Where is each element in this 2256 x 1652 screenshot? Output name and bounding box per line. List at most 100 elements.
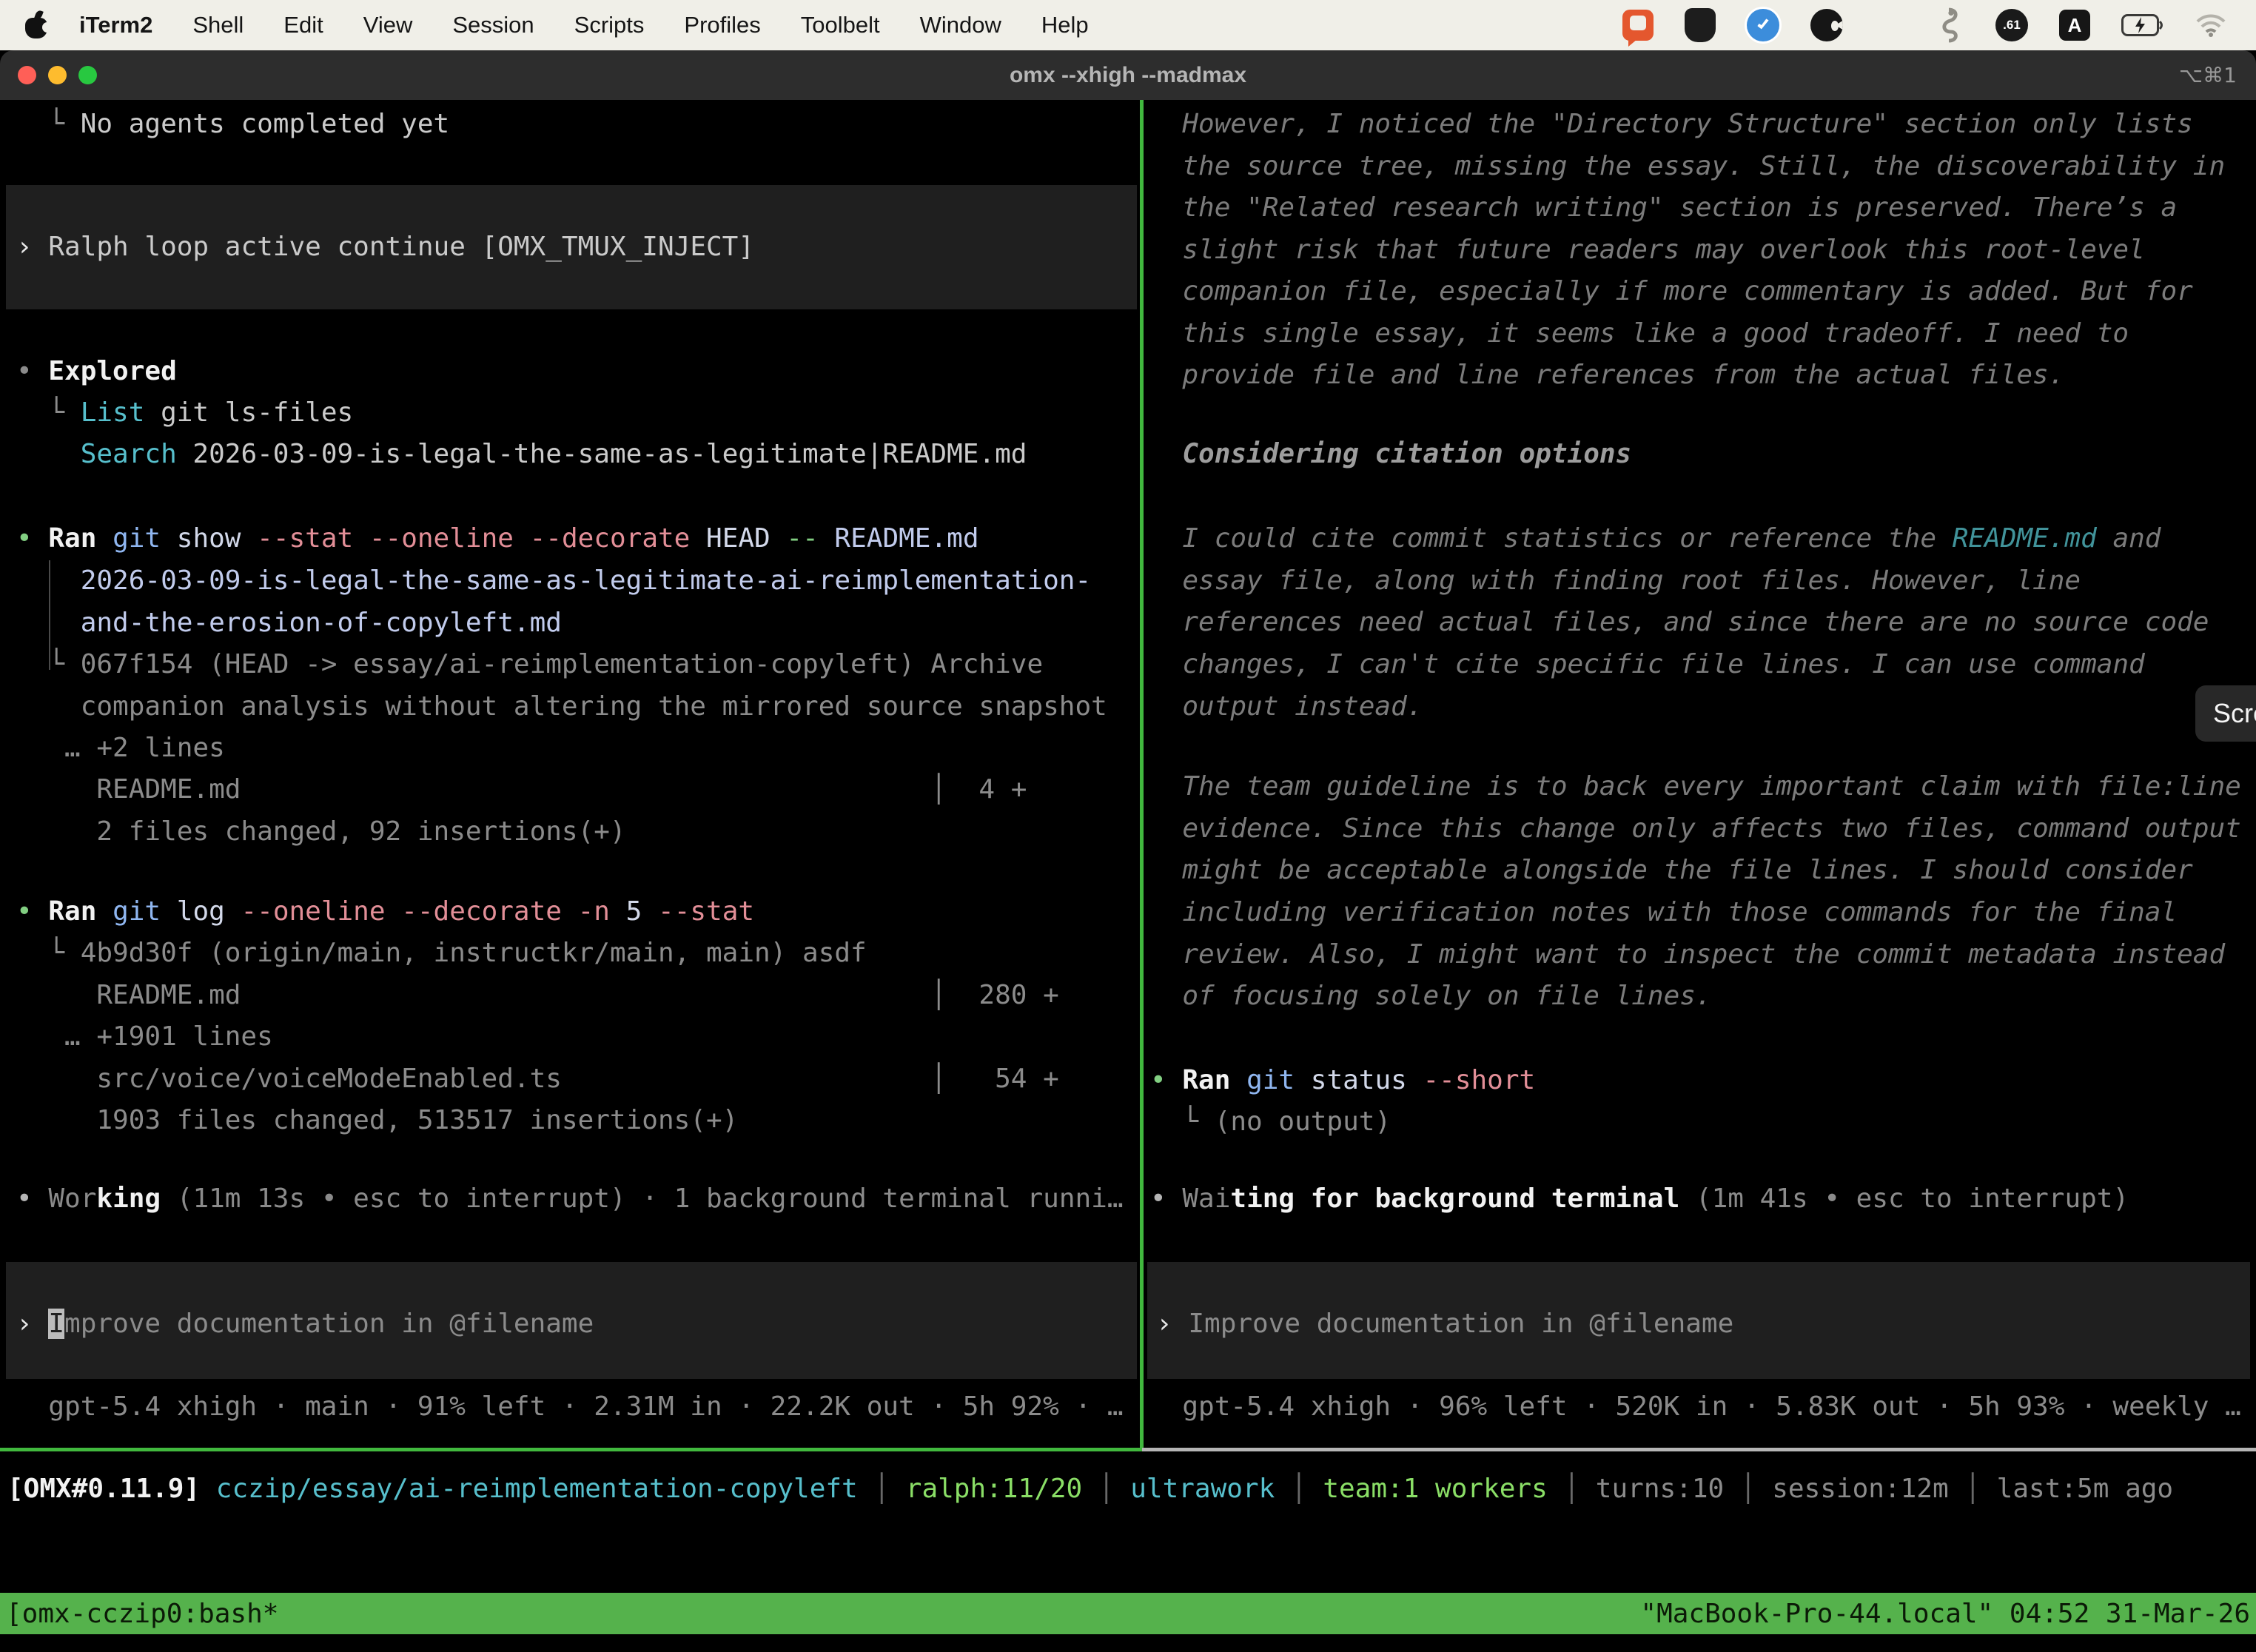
input-source-a-icon[interactable]: A xyxy=(2059,10,2090,41)
text-segment: Explored xyxy=(48,356,176,386)
text-segment: README.md xyxy=(834,523,978,554)
text-segment: provide file and line references from th… xyxy=(1150,360,2064,390)
text-segment: › xyxy=(1156,1309,1188,1339)
menu-item-shell[interactable]: Shell xyxy=(172,12,263,38)
terminal-line: • Ran git log --oneline --decorate -n 5 … xyxy=(16,891,754,933)
text-segment: The team guideline is to back every impo… xyxy=(1150,771,2241,802)
shield-grid-icon[interactable] xyxy=(1685,8,1716,42)
text-segment: git xyxy=(113,896,177,927)
text-segment: No agents completed yet xyxy=(81,109,450,139)
text-segment: -n xyxy=(578,896,626,927)
terminal-line: companion analysis without altering the … xyxy=(16,686,1107,728)
clock-badge-icon[interactable]: .61 xyxy=(1995,9,2028,41)
text-segment: • xyxy=(16,896,48,927)
wireshark-icon[interactable] xyxy=(1938,7,1964,43)
terminal-line: 2 files changed, 92 insertions(+) xyxy=(16,811,626,853)
menu-item-iterm2[interactable]: iTerm2 xyxy=(59,12,172,38)
terminal-line: 2026-03-09-is-legal-the-same-as-legitima… xyxy=(16,560,1091,602)
text-segment: │ xyxy=(858,1474,906,1504)
pacman-icon[interactable] xyxy=(1810,9,1843,41)
terminal-line: and-the-erosion-of-copyleft.md xyxy=(16,602,562,644)
menu-item-view[interactable]: View xyxy=(343,12,433,38)
terminal-line: src/voice/voiceModeEnabled.ts │ 54 + xyxy=(16,1058,1059,1100)
text-segment: └ xyxy=(16,938,81,968)
text-segment: slight risk that future readers may over… xyxy=(1150,235,2145,265)
text-segment: │ xyxy=(1082,1474,1130,1504)
text-segment: king xyxy=(96,1183,161,1214)
record-indicator-icon[interactable] xyxy=(1622,10,1654,41)
terminal-line: README.md │ 4 + xyxy=(16,769,1027,810)
terminal-line: └ List git ls-files xyxy=(16,392,353,434)
text-segment: cczip/essay/ai-reimplementation-copyleft xyxy=(216,1474,858,1504)
wifi-icon[interactable] xyxy=(2195,13,2226,37)
text-segment: 2026-03-09-is-legal-the-same-as-legitima… xyxy=(177,439,1027,469)
text-segment: • xyxy=(1150,1065,1182,1095)
text-segment: 1903 files changed, 513517 insertions(+) xyxy=(16,1105,738,1135)
text-segment: • xyxy=(16,523,48,554)
text-segment: of focusing solely on file lines. xyxy=(1150,981,1712,1011)
apple-logo-icon[interactable] xyxy=(25,12,47,38)
menu-item-help[interactable]: Help xyxy=(1021,12,1109,38)
section-heading: Considering citation options xyxy=(1150,434,1631,475)
tmux-session-label[interactable]: [omx-cczip0:bash* xyxy=(0,1599,278,1629)
terminal-line: this single essay, it seems like a good … xyxy=(1150,313,2129,355)
terminal-line: I could cite commit statistics or refere… xyxy=(1150,518,2161,560)
menu-item-profiles[interactable]: Profiles xyxy=(664,12,780,38)
text-segment: › xyxy=(16,232,48,262)
text-segment: team:1 workers xyxy=(1323,1474,1547,1504)
text-segment: 4b9d30f (origin/main, instructkr/main, m… xyxy=(81,938,867,968)
omx-status-bar: [OMX#0.11.9] cczip/essay/ai-reimplementa… xyxy=(7,1468,2173,1510)
menu-item-scripts[interactable]: Scripts xyxy=(554,12,665,38)
text-segment: ralph:11/20 xyxy=(906,1474,1082,1504)
terminal-line: companion file, especially if more comme… xyxy=(1150,271,2193,312)
text-segment: turns:10 xyxy=(1596,1474,1724,1504)
text-segment: Ran xyxy=(48,523,113,554)
terminal-line: • Ran git show --stat --oneline --decora… xyxy=(16,518,979,560)
text-segment: --stat --oneline --decorate xyxy=(257,523,706,554)
menu-item-toolbelt[interactable]: Toolbelt xyxy=(781,12,900,38)
terminal-line: README.md │ 280 + xyxy=(16,975,1059,1016)
terminal-line: might be acceptable alongside the file l… xyxy=(1150,850,2193,891)
text-segment: src/voice/voiceModeEnabled.ts │ 54 + xyxy=(16,1064,1059,1094)
text-segment: might be acceptable alongside the file l… xyxy=(1150,855,2193,885)
text-segment: --stat xyxy=(658,896,754,927)
text-segment: 2026-03-09-is-legal-the-same-as-legitima… xyxy=(16,565,1091,596)
text-segment: Considering citation options xyxy=(1150,439,1631,469)
terminal-line: of focusing solely on file lines. xyxy=(1150,976,1712,1017)
text-segment: │ xyxy=(1724,1474,1772,1504)
terminal-line: └ No agents completed yet xyxy=(16,104,449,145)
menu-item-edit[interactable]: Edit xyxy=(263,12,343,38)
text-segment: ultrawork xyxy=(1130,1474,1275,1504)
dots-grid-icon[interactable] xyxy=(1874,9,1907,41)
menu-item-session[interactable]: Session xyxy=(432,12,554,38)
right-prompt-input-line[interactable]: › Improve documentation in @filename xyxy=(1156,1303,1733,1345)
text-segment: last:5m ago xyxy=(1997,1474,2173,1504)
text-segment: session:12m xyxy=(1772,1474,1948,1504)
ralph-loop-input-line[interactable]: › Ralph loop active continue [OMX_TMUX_I… xyxy=(16,226,754,268)
text-segment: Ran xyxy=(48,896,113,927)
terminal-line: including verification notes with those … xyxy=(1150,892,2177,933)
text-segment: --oneline --decorate xyxy=(241,896,577,927)
text-segment xyxy=(16,439,81,469)
tmux-pane-divider[interactable] xyxy=(1140,100,1144,1451)
terminal-line: • Explored xyxy=(16,351,177,392)
text-segment: git ls-files xyxy=(144,397,353,428)
tmux-status-bar: [omx-cczip0:bash* "MacBook-Pro-44.local"… xyxy=(0,1593,2256,1634)
text-segment: output instead. xyxy=(1150,691,1423,722)
screen-tooltip-label: Scre xyxy=(2213,698,2256,729)
terminal-line: However, I noticed the "Directory Struct… xyxy=(1150,104,2193,145)
text-segment: [OMX#0.11.9] xyxy=(7,1474,200,1504)
terminal-line: └ 4b9d30f (origin/main, instructkr/main,… xyxy=(16,933,867,974)
text-segment: git xyxy=(113,523,177,554)
verified-badge-icon[interactable] xyxy=(1747,9,1779,41)
text-segment: However, I noticed the "Directory Struct… xyxy=(1150,109,2193,139)
left-prompt-input-line[interactable]: › Improve documentation in @filename xyxy=(16,1303,594,1345)
window-title-bar: omx --xhigh --madmax ⌥⌘1 xyxy=(0,50,2256,100)
text-segment: companion analysis without altering the … xyxy=(16,691,1107,722)
text-segment: HEAD xyxy=(706,523,786,554)
inactive-pane-bottom-border xyxy=(1142,1448,2256,1451)
menu-item-window[interactable]: Window xyxy=(900,12,1021,38)
battery-icon[interactable] xyxy=(2121,14,2164,36)
terminal-line: … +2 lines xyxy=(16,728,225,769)
menu-bar-status-area: .61 A xyxy=(1622,7,2256,43)
